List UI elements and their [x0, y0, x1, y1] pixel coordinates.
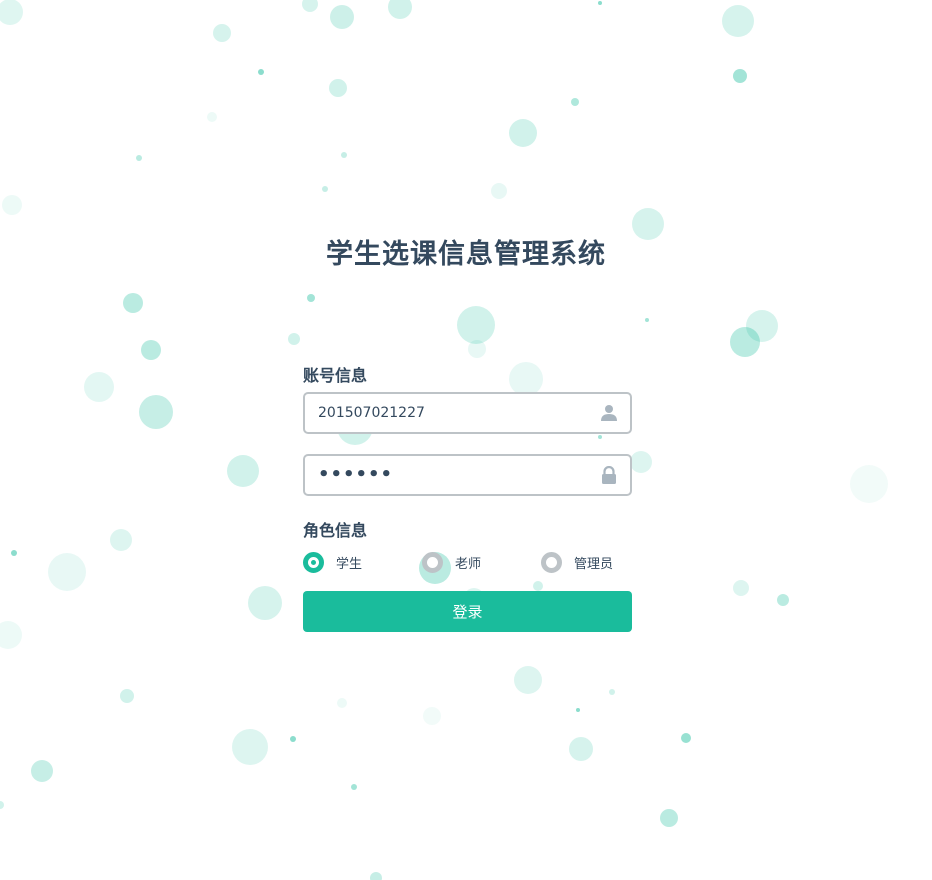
- bubble-decoration: [722, 5, 754, 37]
- bubble-decoration: [0, 0, 23, 25]
- bubble-decoration: [733, 580, 749, 596]
- bubble-decoration: [302, 0, 318, 12]
- bubble-decoration: [337, 698, 347, 708]
- page-title: 学生选课信息管理系统: [326, 239, 606, 270]
- role-radio-group: 学生 老师 管理员: [303, 551, 632, 575]
- bubble-decoration: [468, 340, 486, 358]
- bubble-decoration: [0, 621, 22, 649]
- role-option-label: 老师: [455, 556, 482, 572]
- bubble-decoration: [509, 119, 537, 147]
- bubble-decoration: [139, 395, 173, 429]
- lock-icon: [602, 466, 616, 484]
- bubble-decoration: [730, 327, 760, 357]
- bubble-decoration: [733, 69, 747, 83]
- role-option-admin[interactable]: 管理员: [541, 551, 613, 573]
- login-button[interactable]: 登录: [303, 591, 632, 632]
- bubble-decoration: [213, 24, 231, 42]
- bubble-decoration: [288, 333, 300, 345]
- account-section-label: 账号信息: [303, 366, 368, 385]
- username-value[interactable]: 201507021227: [318, 394, 425, 432]
- bubble-decoration: [681, 733, 691, 743]
- bubble-decoration: [84, 372, 114, 402]
- role-option-label: 学生: [336, 556, 363, 572]
- bubble-decoration: [11, 550, 17, 556]
- password-field[interactable]: ••••••: [303, 454, 632, 496]
- bubble-decoration: [258, 69, 264, 75]
- bubble-decoration: [576, 708, 580, 712]
- bubble-decoration: [491, 183, 507, 199]
- bubble-decoration: [423, 707, 441, 725]
- bubble-decoration: [645, 318, 649, 322]
- bubble-decoration: [850, 465, 888, 503]
- role-option-student[interactable]: 学生: [303, 551, 362, 573]
- bubble-decoration: [248, 586, 282, 620]
- bubble-decoration: [457, 306, 495, 344]
- role-section-label: 角色信息: [303, 521, 368, 540]
- bubble-decoration: [746, 310, 778, 342]
- bubble-decoration: [351, 784, 357, 790]
- password-value[interactable]: ••••••: [318, 456, 393, 494]
- bubble-decoration: [141, 340, 161, 360]
- bubble-decoration: [330, 5, 354, 29]
- bubble-decoration: [630, 451, 652, 473]
- bubble-decoration: [120, 689, 134, 703]
- radio-unchecked-icon[interactable]: [541, 551, 562, 573]
- bubble-decoration: [232, 729, 268, 765]
- bubble-decoration: [2, 195, 22, 215]
- bubble-decoration: [290, 736, 296, 742]
- bubble-decoration: [31, 760, 53, 782]
- role-option-label: 管理员: [574, 556, 614, 572]
- login-page: 学生选课信息管理系统 账号信息 201507021227 •••••• 角色信息…: [0, 0, 932, 880]
- bubble-decoration: [329, 79, 347, 97]
- bubble-decoration: [322, 186, 328, 192]
- radio-unchecked-icon[interactable]: [422, 551, 443, 573]
- bubble-decoration: [777, 594, 789, 606]
- bubble-decoration: [48, 553, 86, 591]
- bubble-decoration: [569, 737, 593, 761]
- bubble-decoration: [660, 809, 678, 827]
- radio-checked-icon[interactable]: [303, 551, 324, 573]
- bubble-decoration: [0, 801, 4, 809]
- bubble-decoration: [123, 293, 143, 313]
- bubble-decoration: [571, 98, 579, 106]
- bubble-decoration: [110, 529, 132, 551]
- bubble-decoration: [136, 155, 142, 161]
- bubble-decoration: [598, 1, 602, 5]
- bubble-decoration: [227, 455, 259, 487]
- bubble-decoration: [514, 666, 542, 694]
- role-option-teacher[interactable]: 老师: [422, 551, 481, 573]
- login-form: 账号信息 201507021227 •••••• 角色信息 学生 老师 管理员 …: [303, 364, 632, 632]
- bubble-decoration: [341, 152, 347, 158]
- bubble-decoration: [370, 872, 382, 880]
- bubble-decoration: [388, 0, 412, 19]
- bubble-decoration: [207, 112, 217, 122]
- bubble-decoration: [609, 689, 615, 695]
- username-field[interactable]: 201507021227: [303, 392, 632, 434]
- user-icon: [601, 405, 617, 421]
- bubble-decoration: [307, 294, 315, 302]
